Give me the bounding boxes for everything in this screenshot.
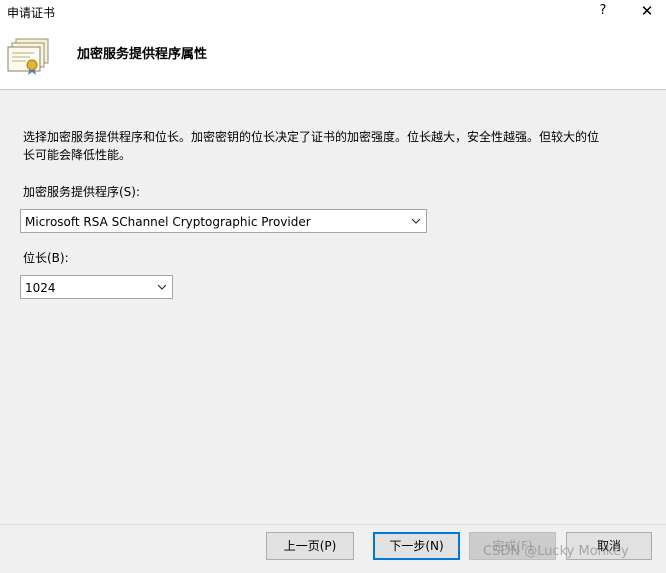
csp-selected-value: Microsoft RSA SChannel Cryptographic Pro… xyxy=(25,215,311,229)
window-title: 申请证书 xyxy=(7,6,56,20)
bitlength-dropdown[interactable]: 1024 xyxy=(20,275,173,299)
previous-button[interactable]: 上一页(P) xyxy=(266,532,354,560)
help-button[interactable]: ? xyxy=(596,2,610,20)
bitlength-label: 位长(B): xyxy=(23,251,69,265)
description-text: 选择加密服务提供程序和位长。加密密钥的位长决定了证书的加密强度。位长越大，安全性… xyxy=(23,130,600,162)
page-title: 加密服务提供程序属性 xyxy=(77,47,208,62)
chevron-down-icon xyxy=(154,277,170,297)
next-button[interactable]: 下一步(N) xyxy=(373,532,460,560)
title-bar: 申请证书 ? ✕ xyxy=(0,0,666,26)
finish-button[interactable]: 完成(F) xyxy=(469,532,556,560)
csp-dropdown[interactable]: Microsoft RSA SChannel Cryptographic Pro… xyxy=(20,209,427,233)
wizard-header: 加密服务提供程序属性 xyxy=(0,26,666,90)
bitlength-selected-value: 1024 xyxy=(25,281,56,295)
close-button[interactable]: ✕ xyxy=(632,1,662,21)
csp-label: 加密服务提供程序(S): xyxy=(23,185,141,199)
chevron-down-icon xyxy=(408,211,424,231)
certificate-icon xyxy=(7,38,49,75)
cancel-button[interactable]: 取消 xyxy=(566,532,652,560)
